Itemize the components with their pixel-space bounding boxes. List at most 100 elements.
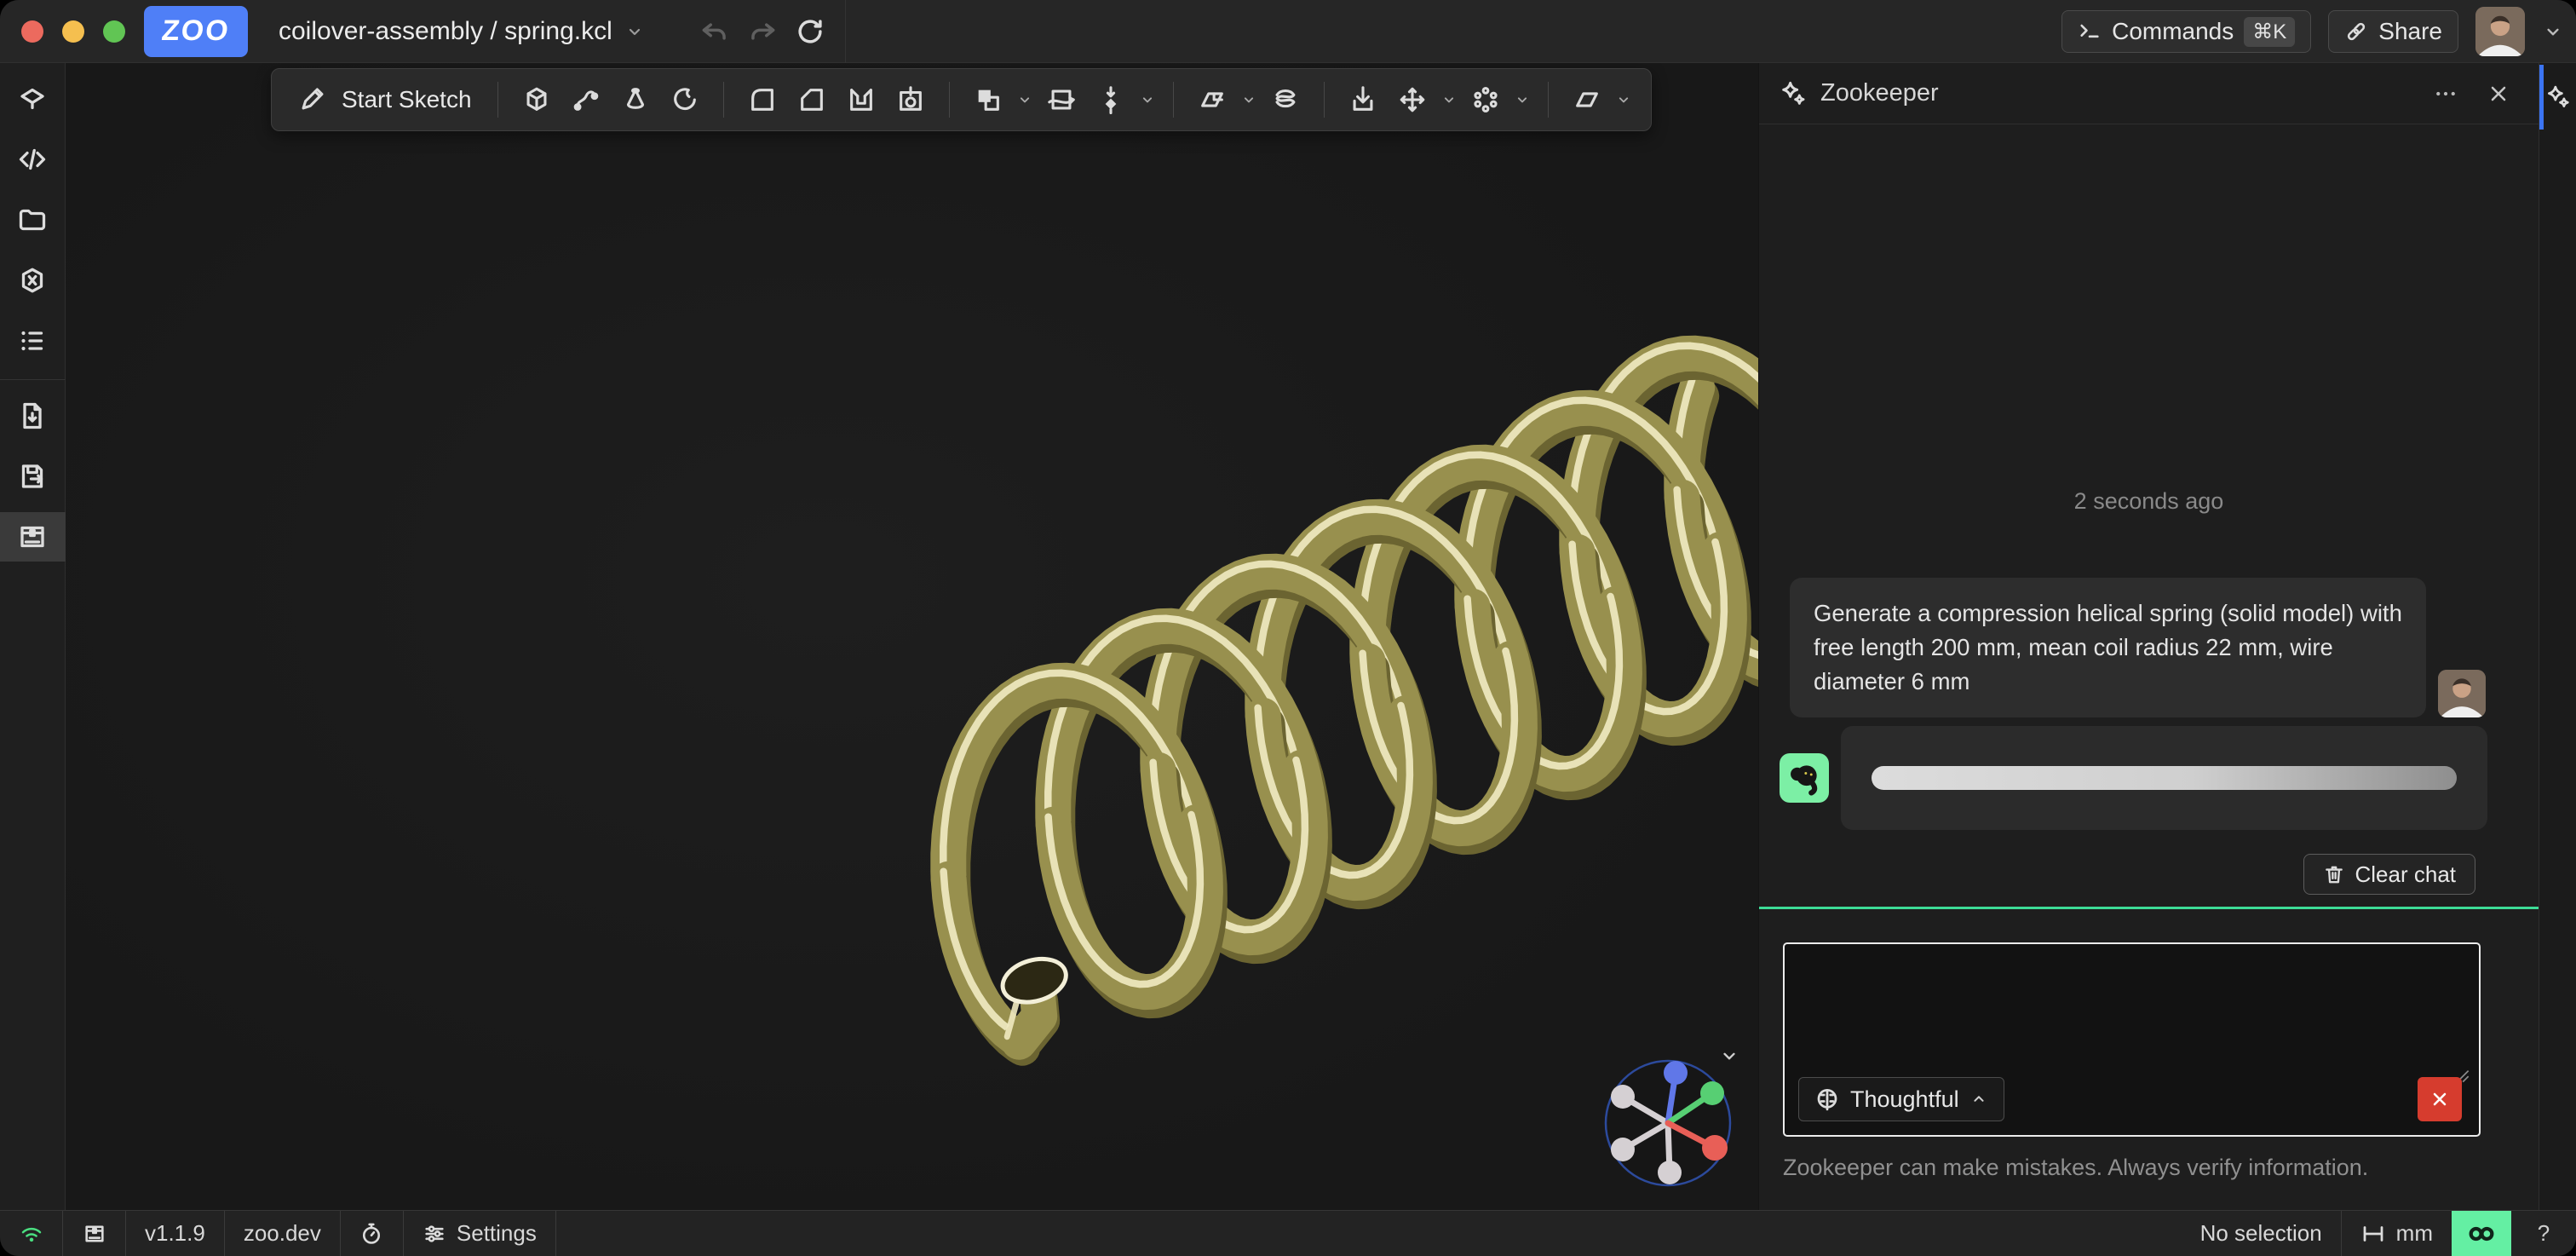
close-window-button[interactable] xyxy=(21,20,43,43)
chevron-down-icon xyxy=(1240,91,1257,108)
panel-close-button[interactable] xyxy=(2479,74,2518,113)
gizmo-neg-x-handle[interactable] xyxy=(1611,1085,1635,1109)
fillet-icon xyxy=(748,85,777,114)
chevron-down-icon xyxy=(624,21,645,42)
insert-button[interactable] xyxy=(1342,78,1384,121)
network-status-button[interactable] xyxy=(0,1211,63,1256)
save-export-icon xyxy=(17,461,48,492)
user-menu-chevron-icon[interactable] xyxy=(2542,20,2564,43)
sidebar-item-machine[interactable] xyxy=(0,512,66,562)
sweep-button[interactable] xyxy=(565,78,607,121)
list-icon xyxy=(17,326,48,356)
start-sketch-button[interactable] xyxy=(290,78,333,121)
zoo-logo: ZOO xyxy=(144,6,248,57)
rail-tab-zookeeper[interactable] xyxy=(2539,72,2576,123)
sliders-icon xyxy=(423,1222,446,1246)
transform-button[interactable] xyxy=(1090,78,1132,121)
sidebar-item-export[interactable] xyxy=(0,391,66,441)
boolean-icon xyxy=(974,85,1003,114)
redo-icon[interactable] xyxy=(746,15,779,48)
help-button[interactable]: ? xyxy=(2511,1211,2576,1256)
sidebar-item-kcl-code[interactable] xyxy=(0,135,66,184)
move-dropdown-chevron[interactable] xyxy=(1440,91,1458,108)
plane-dropdown-chevron[interactable] xyxy=(1240,91,1257,108)
user-avatar[interactable] xyxy=(2475,7,2525,56)
message-timestamp: 2 seconds ago xyxy=(1759,488,2539,515)
site-link[interactable]: zoo.dev xyxy=(225,1211,341,1256)
units-button[interactable]: mm xyxy=(2341,1211,2452,1256)
undo-icon[interactable] xyxy=(699,15,731,48)
modeling-toolbar: Start Sketch xyxy=(271,68,1652,131)
zoom-window-button[interactable] xyxy=(103,20,125,43)
chamfer-button[interactable] xyxy=(791,78,833,121)
modeling-viewport[interactable]: Start Sketch xyxy=(66,63,1758,1210)
commands-shortcut: ⌘K xyxy=(2244,17,2295,47)
right-rail xyxy=(2539,63,2576,1210)
split-button[interactable] xyxy=(1040,78,1083,121)
trash-icon xyxy=(2323,863,2345,885)
project-file-menu[interactable]: coilover-assembly / spring.kcl xyxy=(279,17,645,46)
chat-composer: Thoughtful Zookeeper can make mistakes. … xyxy=(1759,907,2539,1210)
chat-input-box[interactable]: Thoughtful xyxy=(1783,942,2481,1137)
ai-disclaimer: Zookeeper can make mistakes. Always veri… xyxy=(1783,1155,2368,1181)
units-label: mm xyxy=(2396,1220,2433,1247)
sidebar-item-variables[interactable] xyxy=(0,256,66,305)
helix-button[interactable] xyxy=(1264,78,1307,121)
clear-chat-button[interactable]: Clear chat xyxy=(2303,854,2476,895)
offset-plane-button[interactable] xyxy=(1191,78,1233,121)
gizmo-y-handle[interactable] xyxy=(1700,1081,1724,1105)
sidebar-item-save-export[interactable] xyxy=(0,452,66,501)
extrude-button[interactable] xyxy=(515,78,558,121)
gizmo-neg-z-handle[interactable] xyxy=(1658,1161,1682,1184)
boolean-button[interactable] xyxy=(967,78,1009,121)
gizmo-neg-y-handle[interactable] xyxy=(1611,1138,1635,1161)
spring-3d-model[interactable] xyxy=(66,63,1758,1210)
shell-button[interactable] xyxy=(840,78,883,121)
boolean-dropdown-chevron[interactable] xyxy=(1016,91,1033,108)
loft-button[interactable] xyxy=(614,78,657,121)
brain-icon xyxy=(1814,1086,1840,1112)
chat-input[interactable] xyxy=(1790,949,2474,1051)
machine-status-button[interactable] xyxy=(63,1211,126,1256)
panel-more-menu-button[interactable] xyxy=(2426,74,2465,113)
move-button[interactable] xyxy=(1391,78,1434,121)
sidebar-item-feature-tree[interactable] xyxy=(0,74,66,124)
hole-button[interactable] xyxy=(889,78,932,121)
commands-button[interactable]: Commands ⌘K xyxy=(2061,10,2311,53)
zookeeper-avatar xyxy=(1780,753,1829,803)
gizmo-menu-chevron[interactable] xyxy=(1718,1045,1740,1071)
assistant-message-bubble xyxy=(1841,726,2487,830)
network-health-button[interactable] xyxy=(2452,1211,2511,1256)
left-sidebar xyxy=(0,63,66,1210)
telemetry-button[interactable] xyxy=(341,1211,404,1256)
gizmo-z-handle[interactable] xyxy=(1664,1061,1688,1085)
pattern-button[interactable] xyxy=(1464,78,1507,121)
stopwatch-icon xyxy=(359,1222,383,1246)
zookeeper-panel: Zookeeper 2 seconds ago Generate a compr… xyxy=(1758,63,2539,1210)
plane-button[interactable] xyxy=(1566,78,1608,121)
share-button[interactable]: Share xyxy=(2328,10,2458,53)
orientation-gizmo[interactable] xyxy=(1600,1055,1736,1191)
zookeeper-header: Zookeeper xyxy=(1759,63,2539,124)
gizmo-x-handle[interactable] xyxy=(1702,1135,1728,1161)
sidebar-item-project-files[interactable] xyxy=(0,195,66,245)
fillet-button[interactable] xyxy=(741,78,784,121)
refresh-icon[interactable] xyxy=(794,15,826,48)
pattern-dropdown-chevron[interactable] xyxy=(1514,91,1531,108)
transform-dropdown-chevron[interactable] xyxy=(1139,91,1156,108)
minimize-window-button[interactable] xyxy=(62,20,84,43)
plane-tool-dropdown-chevron[interactable] xyxy=(1615,91,1632,108)
app-version[interactable]: v1.1.9 xyxy=(126,1211,225,1256)
revolve-button[interactable] xyxy=(664,78,706,121)
stop-generation-button[interactable] xyxy=(2418,1077,2462,1121)
sidebar-item-logs[interactable] xyxy=(0,316,66,366)
settings-button[interactable]: Settings xyxy=(404,1211,556,1256)
chat-history[interactable]: 2 seconds ago Generate a compression hel… xyxy=(1759,124,2539,907)
start-sketch-label[interactable]: Start Sketch xyxy=(342,86,472,113)
user-message-row: Generate a compression helical spring (s… xyxy=(1759,578,2539,717)
reasoning-mode-selector[interactable]: Thoughtful xyxy=(1798,1077,2004,1121)
ellipsis-icon xyxy=(2433,81,2458,107)
insert-icon xyxy=(1348,85,1377,114)
chevron-down-icon xyxy=(1615,91,1632,108)
close-icon xyxy=(2429,1089,2450,1109)
